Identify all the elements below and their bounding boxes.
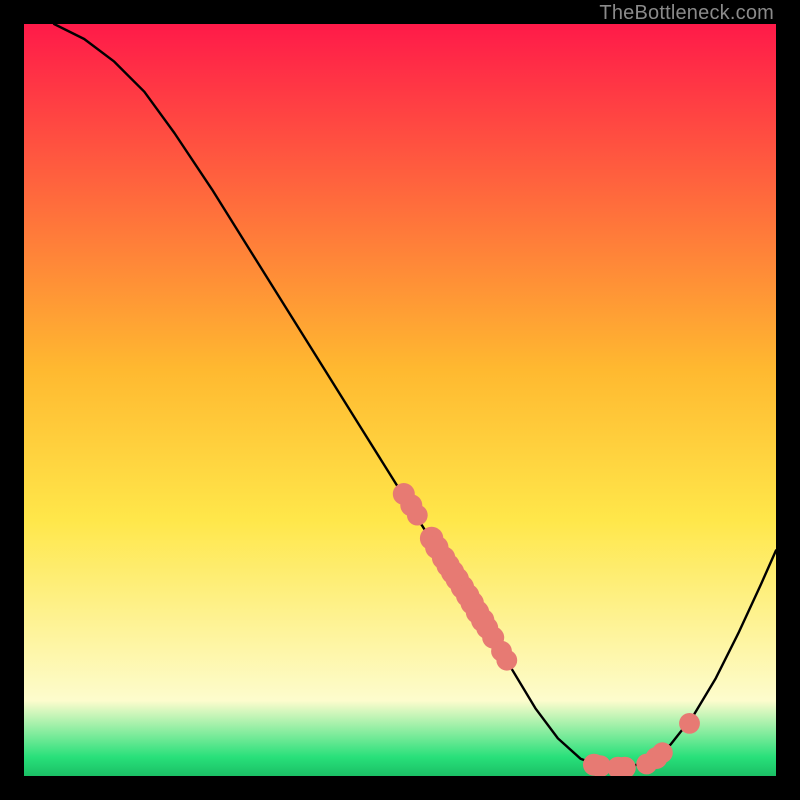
data-dot (652, 742, 673, 763)
gradient-background (24, 24, 776, 776)
bottleneck-chart (24, 24, 776, 776)
data-dot (496, 650, 517, 671)
chart-frame (24, 24, 776, 776)
data-dot (407, 505, 428, 526)
watermark-text: TheBottleneck.com (599, 2, 774, 25)
data-dot (679, 713, 700, 734)
